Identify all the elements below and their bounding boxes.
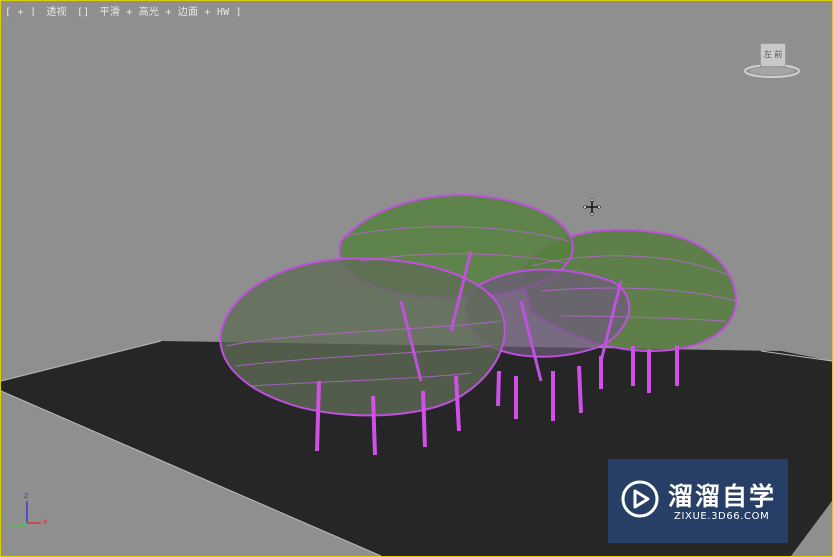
- play-logo-icon: [621, 480, 659, 518]
- watermark-badge: 溜溜自学 ZIXUE.3D66.COM: [608, 459, 788, 543]
- viewcube-face[interactable]: 左 前: [760, 43, 786, 67]
- axis-x-label: x: [43, 517, 48, 526]
- viewport-shading-mode[interactable]: 平滑 + 高光 + 边面 + HW ]: [100, 7, 242, 18]
- viewcube-icon[interactable]: 左 前: [742, 39, 802, 81]
- axis-z-label: z: [24, 491, 29, 500]
- axis-y-label: y: [9, 521, 14, 530]
- viewport-view-type[interactable]: 透视: [46, 7, 66, 18]
- move-cursor-icon: [582, 197, 602, 217]
- viewport-label[interactable]: [ + ] 透视 [] 平滑 + 高光 + 边面 + HW ]: [5, 3, 246, 18]
- watermark-brand: 溜溜自学: [668, 482, 777, 511]
- axis-tripod: z y x: [7, 491, 57, 533]
- viewport-menu-plus[interactable]: [ + ]: [5, 7, 36, 18]
- viewport-menu-bracket[interactable]: []: [77, 7, 89, 18]
- perspective-viewport[interactable]: [ + ] 透视 [] 平滑 + 高光 + 边面 + HW ] 左 前 z y …: [0, 0, 833, 557]
- watermark-url: ZIXUE.3D66.COM: [674, 511, 770, 522]
